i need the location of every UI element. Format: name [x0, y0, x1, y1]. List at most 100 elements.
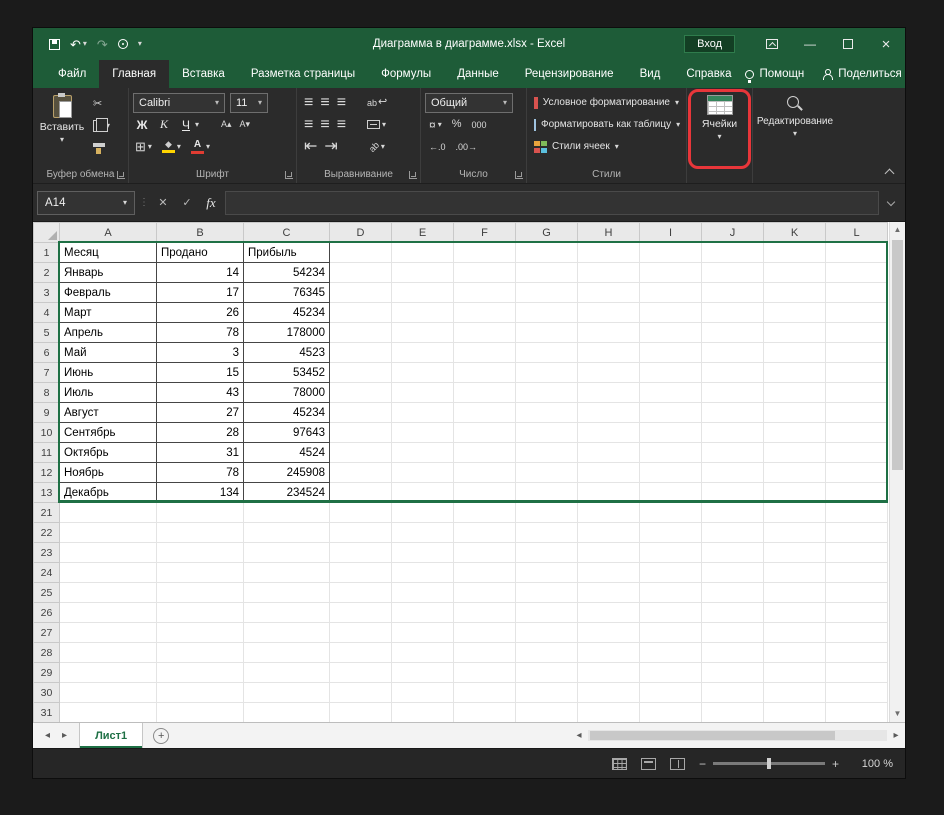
cell[interactable] [156, 542, 244, 563]
cell[interactable] [701, 282, 764, 303]
row-header[interactable]: 10 [33, 422, 60, 443]
fill-color-button[interactable]: ◆ ▾ [161, 140, 181, 153]
cell[interactable] [453, 402, 516, 423]
cell[interactable] [701, 702, 764, 722]
cell[interactable]: Прибыль [243, 242, 330, 263]
cell[interactable] [243, 702, 330, 722]
borders-button[interactable]: ⊞ ▾ [135, 140, 152, 153]
row-header[interactable]: 3 [33, 282, 60, 303]
vertical-scroll-thumb[interactable] [892, 240, 903, 470]
zoom-level[interactable]: 100 % [853, 758, 893, 770]
cell[interactable] [329, 702, 392, 722]
cell[interactable] [763, 282, 826, 303]
cell[interactable] [453, 382, 516, 403]
cell[interactable] [453, 442, 516, 463]
cell[interactable] [391, 302, 454, 323]
cell[interactable] [701, 382, 764, 403]
cell[interactable] [515, 602, 578, 623]
cell[interactable] [391, 442, 454, 463]
cell[interactable] [639, 442, 702, 463]
cell[interactable] [763, 262, 826, 283]
row-header[interactable]: 27 [33, 622, 60, 643]
cell[interactable]: 27 [156, 402, 244, 423]
row-header[interactable]: 11 [33, 442, 60, 463]
cell[interactable] [453, 422, 516, 443]
dialog-launcher-icon[interactable] [285, 171, 293, 179]
cell[interactable] [825, 442, 888, 463]
confirm-entry-button[interactable]: ✓ [177, 196, 197, 209]
row-header[interactable]: 21 [33, 502, 60, 523]
cell[interactable] [577, 302, 640, 323]
merge-center-button[interactable]: ▾ [367, 120, 386, 129]
cell[interactable] [329, 482, 392, 503]
cell[interactable] [329, 562, 392, 583]
cell[interactable] [825, 622, 888, 643]
cell[interactable]: 31 [156, 442, 244, 463]
cell[interactable] [391, 542, 454, 563]
cell[interactable] [156, 622, 244, 643]
cancel-entry-button[interactable]: ✕ [153, 196, 173, 209]
cell[interactable] [701, 622, 764, 643]
row-header[interactable]: 13 [33, 482, 60, 503]
cell[interactable] [515, 542, 578, 563]
cell[interactable] [577, 482, 640, 503]
ribbon-tab[interactable]: Вставка [169, 60, 238, 88]
cell[interactable] [639, 622, 702, 643]
cell[interactable] [156, 582, 244, 603]
row-header[interactable]: 22 [33, 522, 60, 543]
cell[interactable] [639, 662, 702, 683]
assistant-button[interactable]: Помощн [744, 68, 804, 83]
cell[interactable] [577, 462, 640, 483]
cell[interactable] [515, 422, 578, 443]
cell[interactable] [515, 582, 578, 603]
cell[interactable] [763, 382, 826, 403]
cell[interactable] [701, 642, 764, 663]
cell[interactable] [453, 362, 516, 383]
cell[interactable] [243, 662, 330, 683]
cell[interactable] [701, 242, 764, 263]
zoom-in-button[interactable]: + [832, 757, 839, 771]
cell[interactable] [329, 522, 392, 543]
cell[interactable]: Сентябрь [59, 422, 157, 443]
scroll-right-icon[interactable]: ▸ [889, 730, 903, 741]
cell[interactable] [577, 502, 640, 523]
column-header[interactable]: I [639, 222, 702, 243]
cell[interactable] [639, 582, 702, 603]
cell[interactable] [577, 702, 640, 722]
cell[interactable] [701, 442, 764, 463]
cell[interactable] [639, 682, 702, 703]
row-header[interactable]: 7 [33, 362, 60, 383]
column-header[interactable]: F [453, 222, 516, 243]
page-layout-view-button[interactable] [640, 757, 656, 770]
cell[interactable] [59, 682, 157, 703]
row-header[interactable]: 30 [33, 682, 60, 703]
cell[interactable] [763, 502, 826, 523]
row-header[interactable]: 8 [33, 382, 60, 403]
cell[interactable]: Продано [156, 242, 244, 263]
cell[interactable] [515, 302, 578, 323]
decrease-indent-button[interactable]: ⇤ [304, 138, 317, 155]
ribbon-tab[interactable]: Вид [627, 60, 674, 88]
maximize-button[interactable] [829, 28, 867, 60]
cell[interactable] [701, 362, 764, 383]
cell[interactable] [763, 322, 826, 343]
row-header[interactable]: 28 [33, 642, 60, 663]
cell[interactable] [763, 702, 826, 722]
cell[interactable] [515, 362, 578, 383]
scroll-left-icon[interactable]: ◂ [572, 730, 586, 741]
horizontal-scroll-track[interactable] [588, 730, 887, 741]
cell[interactable] [701, 402, 764, 423]
cell[interactable] [639, 502, 702, 523]
cell[interactable] [763, 342, 826, 363]
cell[interactable] [825, 682, 888, 703]
cell[interactable] [701, 602, 764, 623]
cell[interactable]: 54234 [243, 262, 330, 283]
cell[interactable]: 245908 [243, 462, 330, 483]
cell[interactable] [515, 662, 578, 683]
row-header[interactable]: 1 [33, 242, 60, 263]
cell[interactable] [515, 402, 578, 423]
cell[interactable] [825, 382, 888, 403]
share-button[interactable]: Поделиться [822, 68, 902, 80]
horizontal-scrollbar[interactable]: ◂ ▸ [570, 723, 905, 748]
next-sheet-icon[interactable]: ▸ [62, 730, 67, 741]
